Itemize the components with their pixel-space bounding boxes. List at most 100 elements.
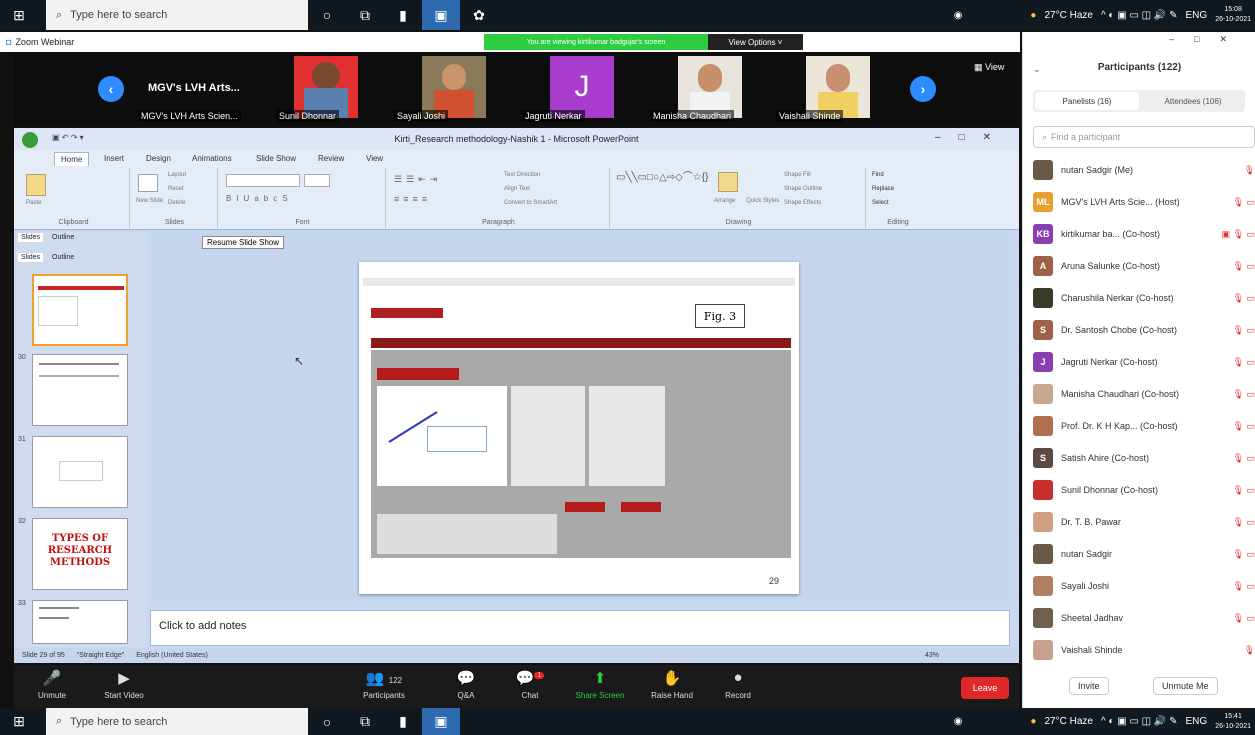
- participant-status-icons[interactable]: 🎙 ▭: [1233, 357, 1255, 368]
- participant-row[interactable]: S Satish Ahire (Co-host) 🎙 ▭: [1033, 444, 1255, 472]
- file-icon[interactable]: ▮: [384, 0, 422, 30]
- layout-button[interactable]: Layout: [168, 172, 186, 178]
- participant-status-icons[interactable]: 🎙: [1244, 645, 1255, 656]
- shape-fill-button[interactable]: Shape Fill: [784, 172, 811, 178]
- paste-button[interactable]: Paste: [26, 200, 41, 206]
- leave-button[interactable]: Leave: [961, 677, 1009, 699]
- shapes-gallery[interactable]: ▭╲╲▭□○△⇨◇⌒☆{}: [616, 172, 708, 184]
- zoom-level[interactable]: 43%: [925, 652, 939, 659]
- share-screen-button[interactable]: ⬆ Share Screen: [570, 669, 630, 700]
- tray-icons[interactable]: ^ ◐ ▣ ▭ ◫ 🔊 ✎: [1101, 10, 1178, 21]
- window-controls[interactable]: –□✕: [935, 132, 1009, 143]
- participants-button[interactable]: 👥 122 Participants: [354, 669, 414, 700]
- participant-video[interactable]: [806, 56, 870, 118]
- slides-tab[interactable]: Slides: [18, 253, 44, 262]
- participant-row[interactable]: ML MGV's LVH Arts Scie... (Host) 🎙 ▭: [1033, 188, 1255, 216]
- clock[interactable]: 15:41 26-10-2021: [1215, 712, 1251, 732]
- arrange-icon[interactable]: [718, 172, 738, 192]
- participant-row[interactable]: J Jagruti Nerkar (Co-host) 🎙 ▭: [1033, 348, 1255, 376]
- participant-row[interactable]: nutan Sadgir 🎙 ▭: [1033, 540, 1255, 568]
- participant-row[interactable]: Prof. Dr. K H Kap... (Co-host) 🎙 ▭: [1033, 412, 1255, 440]
- participant-status-icons[interactable]: ▣ 🎙 ▭: [1222, 229, 1255, 240]
- shape-effects-button[interactable]: Shape Effects: [784, 200, 821, 206]
- current-slide[interactable]: Fig. 3 29: [359, 262, 799, 594]
- slide-thumbnail[interactable]: [32, 436, 128, 508]
- reset-button[interactable]: Reset: [168, 186, 184, 192]
- new-slide-button[interactable]: New Slide: [136, 198, 163, 204]
- participant-status-icons[interactable]: 🎙 ▭: [1233, 613, 1255, 624]
- notes-pane[interactable]: Click to add notes: [150, 610, 1010, 646]
- font-name-field[interactable]: [226, 174, 300, 187]
- slide-thumbnail-selected[interactable]: [32, 274, 128, 346]
- tab-review[interactable]: Review: [312, 152, 350, 165]
- resume-slide-show-tooltip[interactable]: Resume Slide Show: [202, 236, 285, 249]
- windows-start-icon[interactable]: ⊞: [0, 0, 38, 30]
- participant-row[interactable]: Sheetal Jadhav 🎙 ▭: [1033, 604, 1255, 632]
- gallery-prev-button[interactable]: ‹: [98, 76, 124, 102]
- participant-status-icons[interactable]: 🎙 ▭: [1233, 485, 1255, 496]
- taskbar-search[interactable]: ⌕ Type here to search: [46, 708, 308, 735]
- record-button[interactable]: ● Record: [708, 669, 768, 700]
- raise-hand-button[interactable]: ✋ Raise Hand: [642, 669, 702, 700]
- tab-panelists[interactable]: Panelists (16): [1035, 92, 1139, 110]
- gallery-next-button[interactable]: ›: [910, 76, 936, 102]
- outline-tab[interactable]: Outline: [49, 253, 77, 262]
- participant-status-icons[interactable]: 🎙 ▭: [1233, 293, 1255, 304]
- replace-button[interactable]: Replace: [872, 186, 894, 192]
- participant-status-icons[interactable]: 🎙 ▭: [1233, 261, 1255, 272]
- participant-row[interactable]: Vaishali Shinde 🎙: [1033, 636, 1255, 664]
- windows-start-icon[interactable]: ⊞: [0, 708, 38, 735]
- select-button[interactable]: Select: [872, 200, 889, 206]
- slide-thumbnail[interactable]: [32, 354, 128, 426]
- quick-styles-button[interactable]: Quick Styles: [746, 198, 779, 204]
- office-button-icon[interactable]: [22, 132, 38, 148]
- zoom-taskbar-icon[interactable]: ▣: [422, 708, 460, 735]
- participant-status-icons[interactable]: 🎙 ▭: [1233, 453, 1255, 464]
- participant-row[interactable]: Sunil Dhonnar (Co-host) 🎙 ▭: [1033, 476, 1255, 504]
- new-slide-icon[interactable]: [138, 174, 158, 192]
- chrome-icon[interactable]: ◉: [954, 716, 963, 727]
- participant-video[interactable]: [294, 56, 358, 118]
- participant-row[interactable]: Sayali Joshi 🎙 ▭: [1033, 572, 1255, 600]
- find-button[interactable]: Find: [872, 172, 884, 178]
- align-text-button[interactable]: Align Text: [504, 186, 530, 192]
- participant-row[interactable]: Charushila Nerkar (Co-host) 🎙 ▭: [1033, 284, 1255, 312]
- participant-status-icons[interactable]: 🎙: [1244, 165, 1255, 176]
- unmute-me-button[interactable]: Unmute Me: [1153, 677, 1218, 695]
- participant-initial-tile[interactable]: J: [550, 56, 614, 118]
- shape-outline-button[interactable]: Shape Outline: [784, 186, 822, 192]
- zoom-taskbar-icon[interactable]: ▣: [422, 0, 460, 30]
- slide-thumbnail[interactable]: [32, 600, 128, 644]
- task-view-icon[interactable]: ⧉: [346, 0, 384, 30]
- chrome-icon[interactable]: ◉: [954, 10, 963, 21]
- participant-status-icons[interactable]: 🎙 ▭: [1233, 517, 1255, 528]
- align-buttons[interactable]: ≡≡≡≡: [394, 194, 431, 204]
- text-direction-button[interactable]: Text Direction: [504, 172, 540, 178]
- participant-row[interactable]: Manisha Chaudhari (Co-host) 🎙 ▭: [1033, 380, 1255, 408]
- participant-row[interactable]: KB kirtikumar ba... (Co-host) ▣ 🎙 ▭: [1033, 220, 1255, 248]
- tab-slide-show[interactable]: Slide Show: [250, 152, 302, 165]
- unmute-button[interactable]: 🎤 Unmute: [22, 669, 82, 700]
- language-indicator[interactable]: ENG: [1186, 10, 1208, 21]
- outline-tab[interactable]: Outline: [49, 233, 77, 242]
- smartart-button[interactable]: Convert to SmartArt: [504, 200, 557, 206]
- task-view-icon[interactable]: ⧉: [346, 708, 384, 735]
- language-indicator[interactable]: ENG: [1186, 716, 1208, 727]
- tab-home[interactable]: Home: [54, 152, 90, 166]
- participant-status-icons[interactable]: 🎙 ▭: [1233, 197, 1255, 208]
- list-buttons[interactable]: ☰☰⇤⇥: [394, 174, 441, 185]
- tab-view[interactable]: View: [360, 152, 389, 165]
- chat-button[interactable]: 💬 1 Chat: [500, 669, 560, 700]
- invite-button[interactable]: Invite: [1069, 677, 1109, 695]
- participant-row[interactable]: Dr. T. B. Pawar 🎙 ▭: [1033, 508, 1255, 536]
- file-icon[interactable]: ▮: [384, 708, 422, 735]
- participant-row[interactable]: A Aruna Salunke (Co-host) 🎙 ▭: [1033, 252, 1255, 280]
- arrange-button[interactable]: Arrange: [714, 198, 735, 204]
- cortana-icon[interactable]: ○: [308, 708, 346, 735]
- slides-tab[interactable]: Slides: [18, 233, 44, 242]
- font-format-buttons[interactable]: BIUabcS: [226, 194, 293, 203]
- participant-search-input[interactable]: ⌕ Find a participant: [1033, 126, 1255, 148]
- participant-row[interactable]: nutan Sadgir (Me) 🎙: [1033, 156, 1255, 184]
- tab-attendees[interactable]: Attendees (106): [1141, 90, 1245, 112]
- tab-design[interactable]: Design: [140, 152, 177, 165]
